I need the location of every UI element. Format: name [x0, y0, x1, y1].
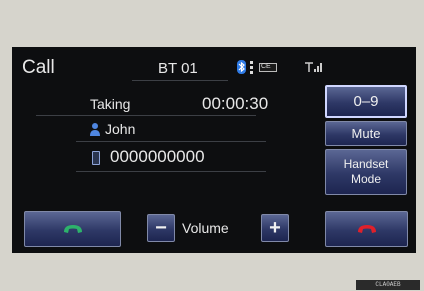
phone-answer-icon — [62, 222, 84, 241]
phone-hangup-icon — [356, 223, 378, 242]
plus-icon: + — [269, 217, 281, 239]
divider — [76, 171, 266, 172]
mute-button[interactable]: Mute — [325, 121, 407, 146]
divider — [36, 115, 256, 116]
contact-name: John — [105, 121, 136, 137]
answer-call-button[interactable] — [24, 211, 121, 247]
divider — [76, 141, 266, 142]
battery-label: CE — [261, 63, 271, 70]
handset-mode-button[interactable]: Handset Mode — [325, 149, 407, 195]
mute-label: Mute — [351, 126, 381, 141]
phone-call-screen: Call BT 01 CE Taking 00:00:30 John 00000… — [12, 47, 416, 253]
keypad-button[interactable]: 0–9 — [325, 85, 407, 118]
contact-number: 0000000000 — [110, 147, 205, 166]
end-call-button[interactable] — [325, 211, 408, 247]
figure-code: CLA0AEB — [356, 280, 420, 290]
device-underline — [132, 80, 228, 81]
call-status: Taking — [90, 96, 131, 112]
bluetooth-icon — [237, 60, 246, 74]
handset-label-line2: Mode — [350, 172, 382, 186]
volume-down-button[interactable]: − — [147, 214, 175, 242]
volume-up-button[interactable]: + — [261, 214, 289, 242]
keypad-label: 0–9 — [353, 93, 379, 110]
person-icon — [90, 122, 100, 136]
battery-icon: CE — [259, 63, 277, 72]
screen-title: Call — [22, 57, 55, 78]
minus-icon: − — [155, 217, 167, 239]
device-name: BT 01 — [158, 60, 198, 77]
signal-strength-small-icon — [250, 60, 253, 74]
mobile-phone-icon — [92, 151, 100, 165]
signal-icon — [304, 60, 324, 74]
volume-label: Volume — [182, 220, 229, 236]
call-timer: 00:00:30 — [202, 94, 269, 113]
handset-label-line1: Handset — [343, 157, 389, 171]
